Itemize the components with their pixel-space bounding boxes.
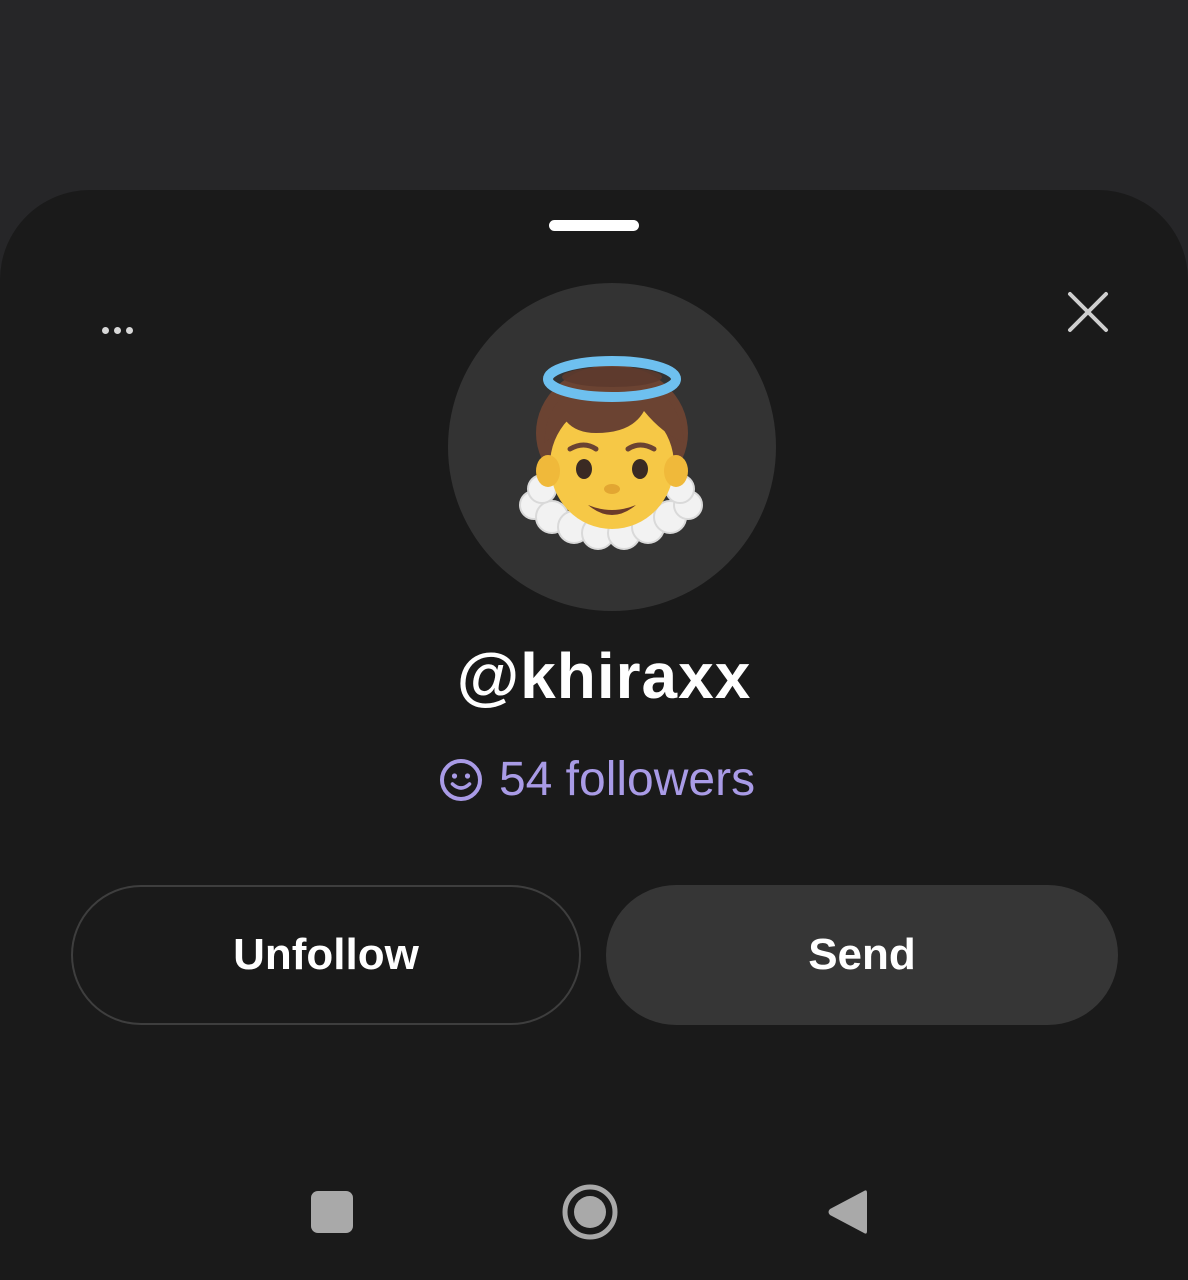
close-button[interactable] — [1058, 282, 1118, 342]
smiley-face-icon — [439, 759, 482, 801]
more-options-icon — [101, 326, 109, 334]
baby-angel-emoji — [519, 356, 703, 550]
username: @khiraxx — [456, 640, 752, 712]
system-navigation-bar — [0, 1150, 1188, 1270]
followers-count: 54 followers — [498, 753, 756, 806]
profile-bottom-sheet: @khiraxx 54 followers Unfollow Send — [0, 190, 1188, 1280]
unfollow-label: Unfollow — [233, 930, 419, 979]
close-icon — [1068, 292, 1108, 332]
more-options-icon-dot — [125, 326, 133, 334]
avatar[interactable] — [448, 283, 776, 611]
send-button[interactable]: Send — [606, 885, 1118, 1025]
home-icon[interactable] — [561, 1183, 619, 1241]
back-icon[interactable] — [826, 1187, 868, 1237]
recents-icon[interactable] — [311, 1191, 353, 1233]
more-options-button[interactable] — [88, 312, 146, 348]
followers-row[interactable]: 54 followers — [0, 752, 1188, 808]
unfollow-button[interactable]: Unfollow — [71, 885, 581, 1025]
send-label: Send — [808, 930, 916, 979]
drag-handle[interactable] — [549, 220, 639, 231]
screen: @khiraxx 54 followers Unfollow Send — [0, 0, 1188, 1280]
more-options-icon-dot — [113, 326, 121, 334]
